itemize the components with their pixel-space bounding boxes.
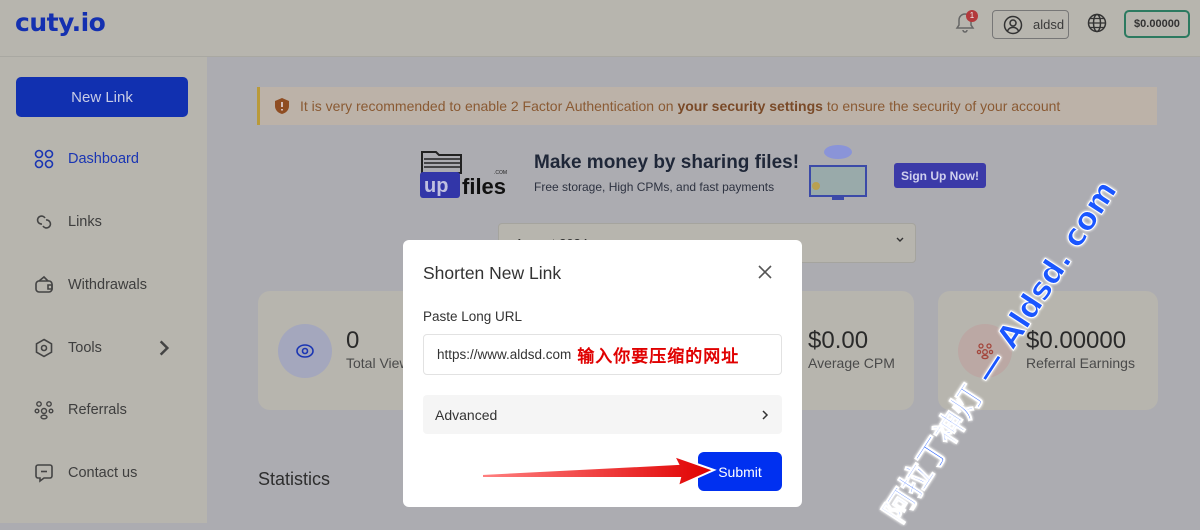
chevron-right-icon [762,409,769,420]
chat-icon [35,464,53,483]
balance-button[interactable]: $0.00000 [1124,10,1190,38]
red-arrow-annotation [481,454,717,488]
stat-value: $0.00000 [1026,327,1127,354]
advanced-label: Advanced [435,406,498,423]
url-value: https://www.aldsd.com [437,347,572,362]
ad-subtitle: Free storage, High CPMs, and fast paymen… [534,180,775,194]
hexagon-icon [35,338,53,358]
long-url-input[interactable]: https://www.aldsd.com 输入你要压缩的网址 [423,334,782,375]
upfiles-ad-banner[interactable]: up files .COM Make money by sharing file… [418,145,998,210]
username: aldsd [1033,17,1065,32]
eye-icon [296,344,314,358]
logo[interactable]: cuty.io [15,8,106,37]
stat-value: 0 [346,327,360,354]
shield-alert-icon [275,98,289,114]
alert-text-post: to ensure the security of your account [822,98,1061,114]
sidebar-item-label: Dashboard [68,151,139,167]
annotation-text: 输入你要压缩的网址 [577,347,740,367]
sidebar-item-label: Contact us [68,465,138,481]
wallet-icon [35,275,53,293]
top-header: cuty.io 1 aldsd $0.00000 [0,0,1200,57]
users-icon [34,401,54,420]
cloud-computer-illustration [809,145,867,200]
sidebar-item-withdrawals[interactable]: Withdrawals [34,275,174,295]
sidebar-item-label: Referrals [68,402,127,418]
2fa-alert: It is very recommended to enable 2 Facto… [257,87,1157,125]
upfiles-logo: up files .COM [420,151,507,199]
advanced-toggle[interactable]: Advanced [423,395,782,434]
sidebar-item-label: Tools [68,340,102,356]
alert-text-pre: It is very recommended to enable 2 Facto… [300,98,678,114]
globe-icon[interactable] [1087,13,1107,33]
user-icon [1003,15,1023,34]
svg-text:.COM: .COM [494,170,507,176]
url-label: Paste Long URL [423,309,523,324]
sidebar-item-referrals[interactable]: Referrals [34,400,174,420]
sidebar-item-label: Withdrawals [68,277,147,293]
new-link-button[interactable]: New Link [16,77,188,117]
modal-title: Shorten New Link [423,263,562,283]
stat-label: Average CPM [808,355,895,371]
security-settings-link[interactable]: your security settings [677,98,823,114]
sidebar-item-links[interactable]: Links [34,212,174,232]
notification-badge: 1 [966,10,978,22]
icon-circle [278,324,332,378]
svg-text:up: up [424,175,448,197]
stat-label: Referral Earnings [1026,355,1135,371]
svg-text:files: files [462,174,506,199]
stat-value: $0.00 [808,327,869,354]
link-icon [36,215,52,229]
grid-icon [34,149,54,169]
sidebar: New Link Dashboard Links Withdrawals Too… [0,57,207,523]
ad-signup-button[interactable]: Sign Up Now! [894,163,986,188]
sidebar-item-contact[interactable]: Contact us [34,463,174,483]
statistics-heading: Statistics [258,469,331,489]
alert-text: It is very recommended to enable 2 Facto… [300,98,1060,114]
chevron-right-icon [159,340,170,356]
close-icon[interactable] [757,264,773,280]
sidebar-item-label: Links [68,214,102,230]
chevron-down-icon [896,237,904,242]
user-menu-button[interactable]: aldsd [992,10,1069,39]
sidebar-item-tools[interactable]: Tools [34,338,174,358]
ad-title: Make money by sharing files! [534,152,800,173]
sidebar-item-dashboard[interactable]: Dashboard [34,149,174,169]
